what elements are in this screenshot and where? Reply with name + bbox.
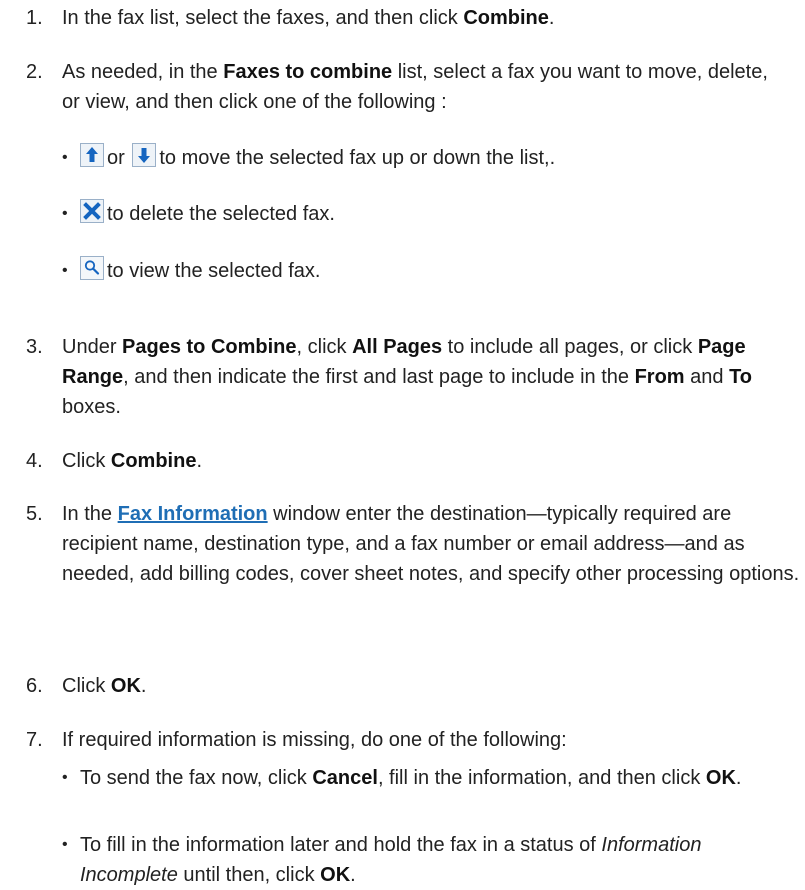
step-text: Click Combine. xyxy=(62,450,203,472)
step-text: Under Pages to Combine, click All Pages … xyxy=(62,336,753,418)
step-number: 7. xyxy=(26,729,43,751)
fax-information-link[interactable]: Fax Information xyxy=(118,503,268,525)
bullet-dot: • xyxy=(62,836,68,853)
step-number: 1. xyxy=(26,7,43,29)
step-number: 6. xyxy=(26,675,43,697)
bullet-dot: • xyxy=(62,262,68,279)
bullet-dot: • xyxy=(62,205,68,222)
step-text: If required information is missing, do o… xyxy=(62,729,567,751)
faxes-to-combine-label: Faxes to combine xyxy=(223,61,393,83)
sub-bullet-text: To send the fax now, click Cancel, fill … xyxy=(80,767,742,789)
step-text: In the fax list, select the faxes, and t… xyxy=(62,7,555,29)
bullet-dot: • xyxy=(62,769,68,786)
bullet-dot: • xyxy=(62,149,68,166)
step-number: 2. xyxy=(26,61,43,83)
magnifier-icon[interactable] xyxy=(80,256,104,280)
step-text: Click OK. xyxy=(62,675,147,697)
step-text: As needed, in the Faxes to combine list,… xyxy=(62,61,768,113)
combine-label: Combine xyxy=(463,7,549,29)
arrow-down-icon[interactable] xyxy=(132,143,157,167)
delete-x-icon[interactable] xyxy=(80,199,104,223)
arrow-up-icon[interactable] xyxy=(80,143,104,167)
step-number: 3. xyxy=(26,336,43,358)
step-text: In the Fax Information window enter the … xyxy=(62,503,800,585)
sub-bullet-text: To fill in the information later and hol… xyxy=(80,834,702,886)
step-number: 4. xyxy=(26,450,43,472)
step-number: 5. xyxy=(26,503,43,525)
